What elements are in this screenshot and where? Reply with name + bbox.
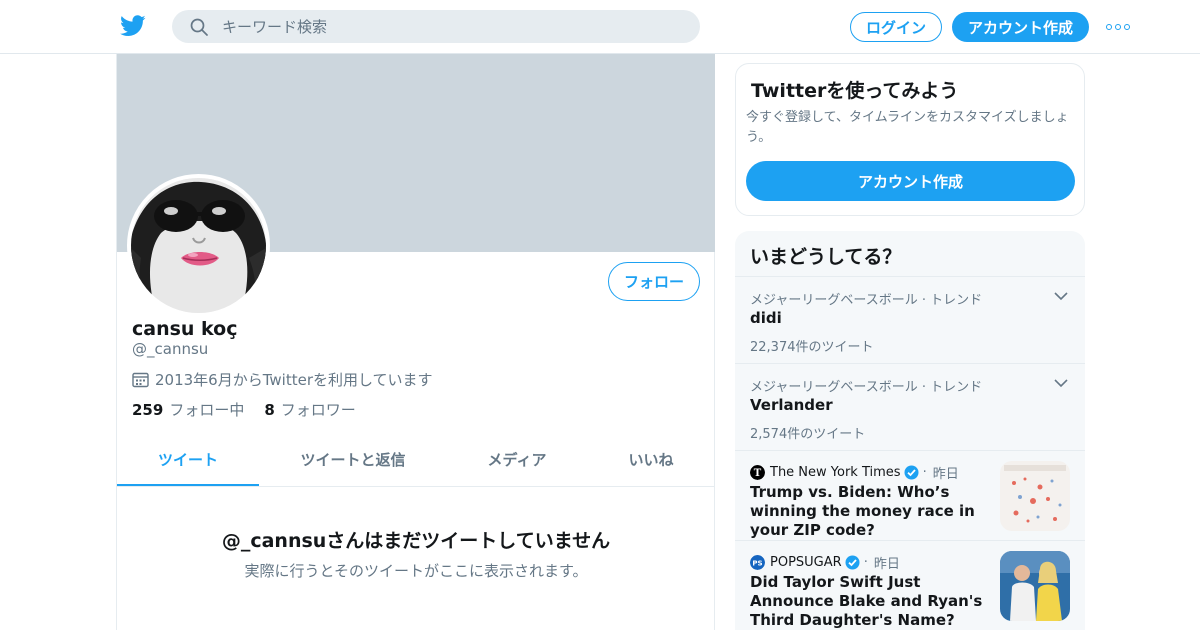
following-count: 259 [132,401,164,419]
profile-display-name: cansu koç [132,318,238,340]
search-input[interactable] [222,10,682,43]
login-button[interactable]: ログイン [850,12,942,42]
svg-text:T: T [754,468,762,479]
trend-meta: メジャーリーグベースボール · トレンド [750,380,983,395]
more-dot [1115,24,1121,30]
trend-name: didi [750,309,782,327]
search-box[interactable] [172,10,700,43]
popsugar-logo-icon: PS [750,555,765,570]
nyt-logo-icon: T [750,465,765,480]
svg-text:PS: PS [752,560,762,568]
signup-card-button[interactable]: アカウント作成 [746,161,1075,201]
avatar-image [131,178,266,313]
twitter-bird-icon[interactable] [120,14,146,38]
profile-tabs: ツイート ツイートと返信 メディア いいね [117,438,715,487]
news-source: T The New York Times · 昨日 [750,463,959,482]
verified-badge-icon [845,555,860,570]
signup-card-title: Twitterを使ってみよう [751,80,959,102]
joined-text: 2013年6月からTwitterを利用しています [155,371,433,389]
top-navigation-bar: ログイン アカウント作成 [0,0,1200,54]
signup-button[interactable]: アカウント作成 [952,12,1089,42]
empty-state-title: @_cannsuさんはまだツイートしていません [221,530,611,552]
more-dot [1106,24,1112,30]
verified-badge-icon [904,465,919,480]
tab-tweets-and-replies[interactable]: ツイートと返信 [259,438,447,486]
news-item[interactable]: T The New York Times · 昨日 Trump vs. Bide… [735,450,1085,540]
news-time: 昨日 [932,467,959,482]
news-thumbnail [1000,551,1070,621]
news-time: 昨日 [873,557,900,572]
search-icon [190,18,208,36]
profile-column: フォロー cansu koç @_cannsu 2013年6月からTwitter… [116,54,715,630]
trends-title: いまどうしてる？ [750,246,902,268]
separator-dot: · [922,465,927,480]
news-item[interactable]: PS POPSUGAR · 昨日 Did Taylor Swift Just A… [735,540,1085,630]
more-dot [1124,24,1130,30]
avatar[interactable] [127,174,270,317]
profile-stats: 259 フォロー中 8 フォロワー [132,399,376,420]
chevron-down-icon[interactable] [1054,378,1068,388]
following-label: フォロー中 [169,401,245,419]
calendar-icon [132,372,149,388]
trends-panel: いまどうしてる？ メジャーリーグベースボール · トレンド didi 22,37… [735,231,1085,630]
news-headline: Did Taylor Swift Just Announce Blake and… [750,573,983,629]
signup-card: Twitterを使ってみよう 今すぐ登録して、タイムラインをカスタマイズしましょ… [735,63,1085,216]
separator-dot: · [863,555,868,570]
followers-label: フォロワー [280,401,356,419]
news-source: PS POPSUGAR · 昨日 [750,553,900,572]
trend-name: Verlander [750,396,833,414]
tab-likes[interactable]: いいね [587,438,715,486]
following-link[interactable]: 259 フォロー中 [132,399,244,420]
tab-media[interactable]: メディア [447,438,587,486]
follow-button[interactable]: フォロー [608,262,700,301]
trend-item[interactable]: メジャーリーグベースボール · トレンド didi 22,374件のツイート [735,276,1085,363]
news-source-name: The New York Times [770,465,901,480]
signup-card-description: 今すぐ登録して、タイムラインをカスタマイズしましょう。 [746,110,1069,145]
profile-joined-date: 2013年6月からTwitterを利用しています [132,369,433,390]
news-source-name: POPSUGAR [770,555,842,570]
more-icon[interactable] [1106,22,1130,32]
trend-item[interactable]: メジャーリーグベースボール · トレンド Verlander 2,574件のツイ… [735,363,1085,450]
news-thumbnail [1000,461,1070,531]
tab-tweets[interactable]: ツイート [117,438,259,486]
empty-state-subtitle: 実際に行うとそのツイートがここに表示されます。 [244,562,588,580]
trend-count: 22,374件のツイート [750,340,874,355]
trend-count: 2,574件のツイート [750,427,866,442]
trend-meta: メジャーリーグベースボール · トレンド [750,293,983,308]
followers-link[interactable]: 8 フォロワー [264,399,355,420]
followers-count: 8 [264,401,275,419]
news-headline: Trump vs. Biden: Who’s winning the money… [750,483,975,539]
chevron-down-icon[interactable] [1054,291,1068,301]
profile-handle: @_cannsu [132,340,209,358]
